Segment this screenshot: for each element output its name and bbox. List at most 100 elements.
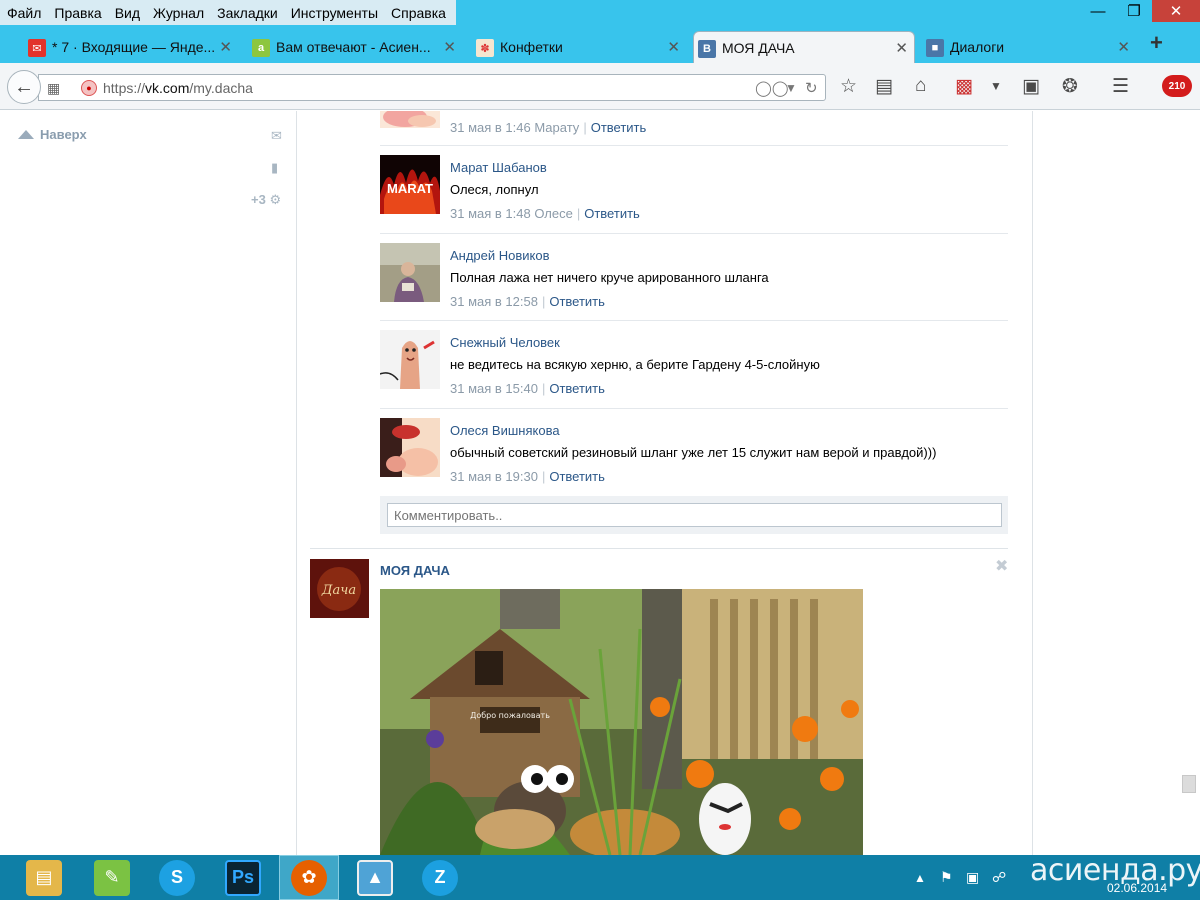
menu-help[interactable]: Справка xyxy=(384,5,452,21)
tab-groups-icon[interactable]: ▦ xyxy=(47,80,60,97)
comment-author[interactable]: Олеся Вишнякова xyxy=(450,423,560,438)
post-photo[interactable]: Добро пожаловать xyxy=(380,589,863,855)
meta-separator: | xyxy=(541,381,546,396)
bookmarks-list-icon[interactable]: ▤ xyxy=(875,75,893,98)
scroll-top-link[interactable]: Наверх xyxy=(18,127,87,142)
tab-asienda[interactable]: a Вам отвечают - Асиен... ✕ xyxy=(248,31,462,63)
reply-link[interactable]: Ответить xyxy=(549,469,605,484)
tab-candies[interactable]: ✽ Конфетки ✕ xyxy=(472,31,686,63)
close-tab-icon[interactable]: ✕ xyxy=(443,38,456,56)
show-hidden-icons-icon[interactable]: ▲ xyxy=(914,871,926,885)
menu-file[interactable]: Файл xyxy=(0,5,47,21)
meta-separator: | xyxy=(583,120,587,135)
reply-link[interactable]: Ответить xyxy=(549,381,605,396)
tab-label: Конфетки xyxy=(500,39,563,55)
save-icon[interactable]: ▣ xyxy=(1022,75,1040,98)
comment-item: Снежный Человек не ведитесь на всякую хе… xyxy=(380,330,1008,410)
menu-tools[interactable]: Инструменты xyxy=(284,5,384,21)
tab-yandex-mail[interactable]: ✉ * 7 · Входящие — Янде... ✕ xyxy=(24,31,238,63)
flag-icon[interactable]: ⚑ xyxy=(940,869,953,886)
community-avatar[interactable]: Дача xyxy=(310,559,369,618)
close-window-icon[interactable]: ✕ xyxy=(1152,0,1200,22)
reader-glasses-icon[interactable]: ◯◯ xyxy=(755,79,789,97)
taskbar-zona[interactable]: Z xyxy=(410,855,470,900)
taskbar-explorer[interactable]: ▤ xyxy=(14,855,74,900)
comment-item: Олеся Вишнякова обычный советский резино… xyxy=(380,418,1008,498)
tab-label: Вам отвечают - Асиен... xyxy=(276,39,431,55)
comment-author[interactable]: Андрей Новиков xyxy=(450,248,550,263)
marat-avatar-image: MARAT xyxy=(380,155,440,214)
comment-divider xyxy=(380,233,1008,234)
comment-meta: 31 мая в 19:30 | Ответить xyxy=(450,469,605,484)
taskbar-date: 02.06.2014 xyxy=(1107,881,1168,895)
photo-viewer-icon: ▲ xyxy=(357,859,393,896)
envelope-icon[interactable]: ✉ xyxy=(271,128,282,144)
comment-form xyxy=(380,496,1008,534)
counter-badge[interactable]: +3 ⚙ xyxy=(251,192,281,208)
taskbar-skype[interactable]: S xyxy=(147,855,207,900)
close-tab-icon[interactable]: ✕ xyxy=(219,38,232,56)
comment-avatar[interactable]: MARAT xyxy=(380,155,440,214)
skype-icon: S xyxy=(159,859,195,896)
url-scheme: https:// xyxy=(103,80,146,96)
close-tab-icon[interactable]: ✕ xyxy=(895,39,908,57)
translate-dropdown-icon[interactable]: ▼ xyxy=(990,79,1002,93)
url-text[interactable]: https://vk.com/my.dacha xyxy=(103,80,253,96)
menu-history[interactable]: Журнал xyxy=(146,5,210,21)
notification-badge[interactable]: 210 xyxy=(1162,75,1192,97)
up-arrow-icon xyxy=(18,130,34,139)
nails-avatar-image xyxy=(380,111,440,128)
tab-label: * 7 · Входящие — Янде... xyxy=(52,39,216,55)
tab-my-dacha[interactable]: B МОЯ ДАЧА ✕ xyxy=(693,31,915,63)
back-button[interactable]: ← xyxy=(7,70,41,104)
new-tab-icon[interactable]: + xyxy=(1150,30,1163,56)
comment-divider xyxy=(380,145,1008,146)
menu-hamburger-icon[interactable]: ☰ xyxy=(1112,75,1129,98)
post-close-icon[interactable]: ✖ xyxy=(995,556,1008,576)
comment-avatar[interactable] xyxy=(380,243,440,302)
taskbar-notepad[interactable]: ✎ xyxy=(82,855,142,900)
comment-item: Андрей Новиков Полная лажа нет ничего кр… xyxy=(380,243,1008,323)
post-author-link[interactable]: МОЯ ДАЧА xyxy=(380,563,450,578)
reload-icon[interactable]: ↻ xyxy=(805,79,818,97)
bookmark-star-icon[interactable]: ☆ xyxy=(840,75,857,98)
taskbar-photo-viewer[interactable]: ▲ xyxy=(345,855,405,900)
film-reel-icon[interactable]: ❂ xyxy=(1062,75,1078,98)
tab-dialogs[interactable]: ■ Диалоги ✕ xyxy=(922,31,1136,63)
minimize-icon[interactable]: — xyxy=(1080,0,1116,22)
comment-input[interactable] xyxy=(387,503,1002,527)
maximize-icon[interactable]: ❐ xyxy=(1116,0,1152,22)
reply-link[interactable]: Ответить xyxy=(549,294,605,309)
taskbar-firefox[interactable]: ✿ xyxy=(279,855,339,900)
reply-link[interactable]: Ответить xyxy=(584,206,640,221)
close-tab-icon[interactable]: ✕ xyxy=(1117,38,1130,56)
comment-avatar[interactable] xyxy=(380,111,440,128)
speech-bubble-icon[interactable]: ▮ xyxy=(271,160,278,176)
translate-icon[interactable]: ▩ xyxy=(955,75,973,98)
network-icon[interactable]: ☍ xyxy=(992,869,1006,886)
display-icon[interactable]: ▣ xyxy=(966,869,979,886)
comment-date: 31 мая в 19:30 xyxy=(450,469,538,484)
menu-bar: Файл Правка Вид Журнал Закладки Инструме… xyxy=(0,0,1200,25)
menu-bookmarks[interactable]: Закладки xyxy=(210,5,284,21)
home-icon[interactable]: ⌂ xyxy=(915,75,926,97)
history-dropdown-icon[interactable]: ▼ xyxy=(785,81,797,95)
site-identity-icon[interactable]: ● xyxy=(81,80,97,96)
url-host: vk.com xyxy=(145,80,190,96)
menu-edit[interactable]: Правка xyxy=(47,5,107,21)
comment-avatar[interactable] xyxy=(380,418,440,477)
comment-author[interactable]: Снежный Человек xyxy=(450,335,560,350)
comment-item: 31 мая в 1:46 Марату | Ответить xyxy=(380,111,1008,135)
page-scrollbar-thumb[interactable] xyxy=(1182,775,1196,793)
explorer-icon: ▤ xyxy=(26,859,62,896)
comment-author[interactable]: Марат Шабанов xyxy=(450,160,547,175)
taskbar-photoshop[interactable]: Ps xyxy=(213,855,273,900)
person-avatar-image xyxy=(380,243,440,302)
close-tab-icon[interactable]: ✕ xyxy=(667,38,680,56)
reply-link[interactable]: Ответить xyxy=(591,120,647,135)
address-bar[interactable]: ▦ ● https://vk.com/my.dacha ◯◯ ▼ ↻ xyxy=(38,74,826,101)
menu-view[interactable]: Вид xyxy=(108,5,146,21)
nails-avatar-image xyxy=(380,418,440,477)
sign-text: Добро пожаловать xyxy=(470,711,550,720)
comment-avatar[interactable] xyxy=(380,330,440,389)
